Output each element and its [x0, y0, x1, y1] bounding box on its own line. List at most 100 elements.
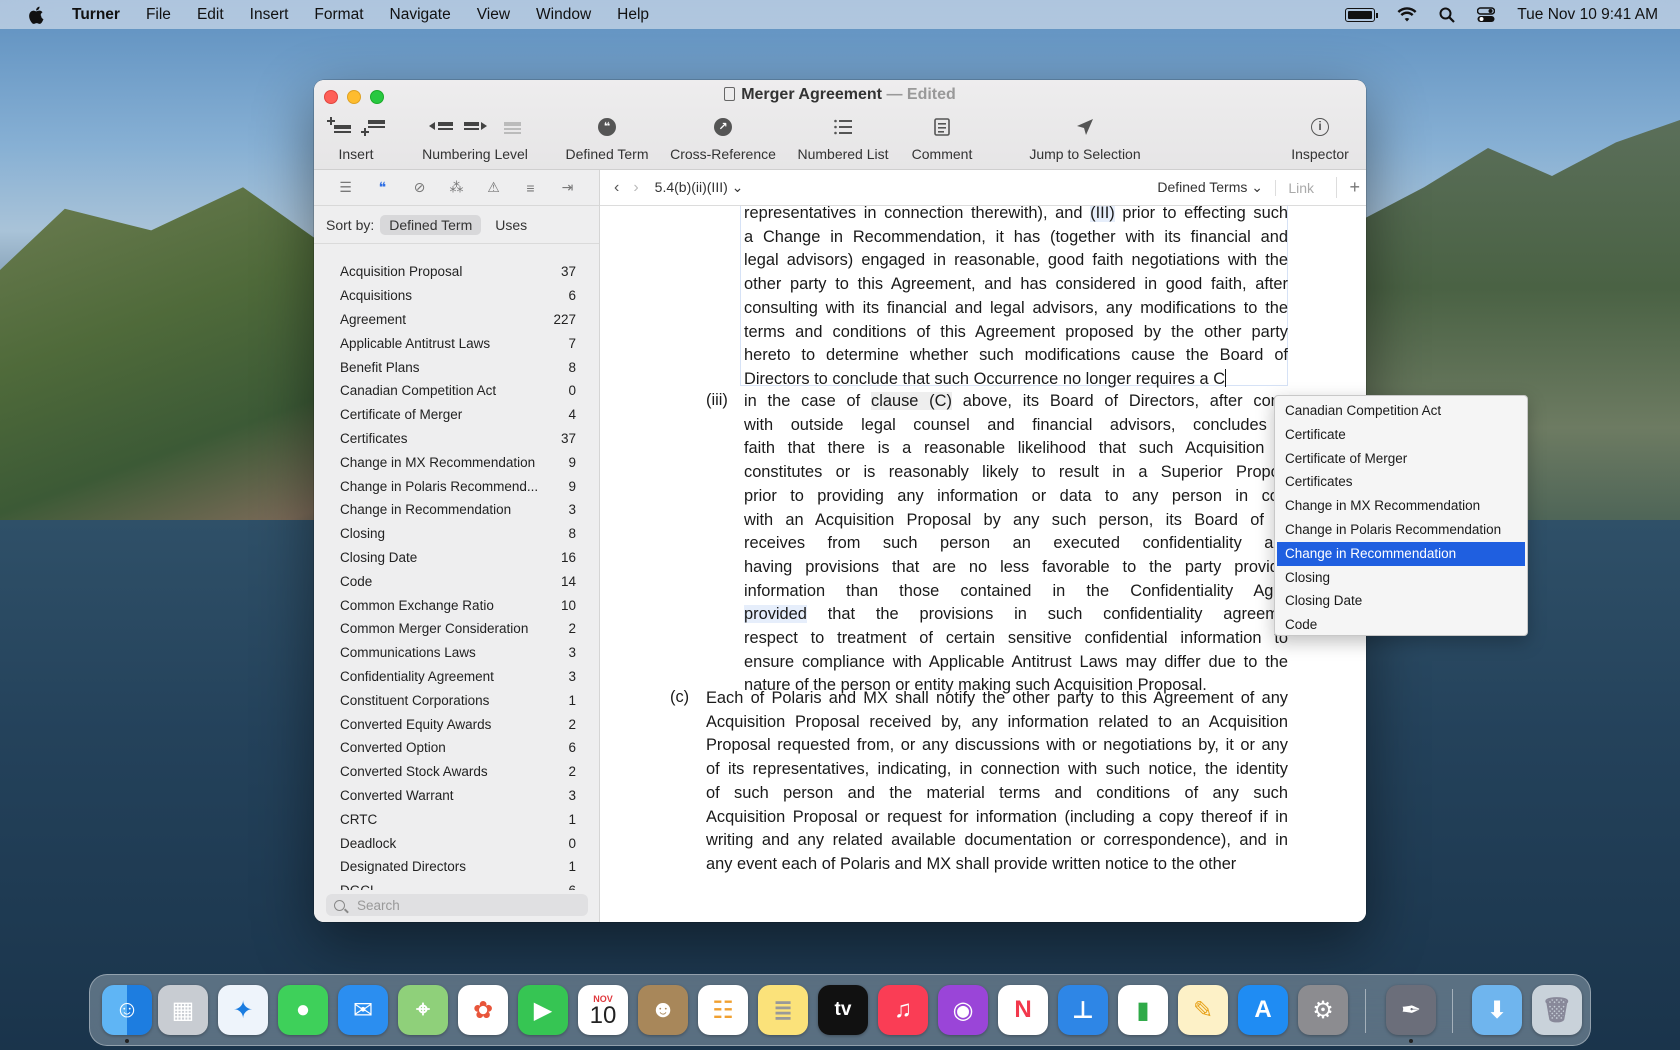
podcasts-icon[interactable]: ◉	[938, 985, 988, 1035]
menu-view[interactable]: View	[477, 6, 510, 24]
notes-icon[interactable]: ≣	[758, 985, 808, 1035]
reference-highlight[interactable]: (III)	[1090, 206, 1115, 222]
cross-reference-tool[interactable]: ↗ Cross-Reference	[662, 112, 784, 162]
apple-tv-icon[interactable]: tv	[818, 985, 868, 1035]
system-preferences-icon[interactable]: ⚙	[1298, 985, 1348, 1035]
numbered-list-tool[interactable]: Numbered List	[792, 112, 894, 162]
defined-term-row[interactable]: Acquisition Proposal 37	[314, 260, 600, 284]
comments-tab-icon[interactable]: ≡	[521, 178, 540, 197]
insert-tool[interactable]: Insert	[324, 112, 388, 162]
defined-term-row[interactable]: Change in Polaris Recommend... 9	[314, 474, 600, 498]
section-path-popup[interactable]: 5.4(b)(ii)(III) ⌄	[655, 179, 744, 196]
autocomplete-option[interactable]: Code	[1275, 613, 1527, 637]
defined-term-row[interactable]: Converted Equity Awards 2	[314, 712, 600, 736]
defined-term-row[interactable]: Communications Laws 3	[314, 641, 600, 665]
defined-term-row[interactable]: Certificate of Merger 4	[314, 403, 600, 427]
paragraph-c[interactable]: Each of Polaris and MX shall notify the …	[706, 687, 1288, 877]
autocomplete-option[interactable]: Change in Recommendation	[1277, 541, 1525, 566]
photos-icon[interactable]: ✿	[458, 985, 508, 1035]
safari-icon[interactable]: ✦	[218, 985, 268, 1035]
sort-defined-term-button[interactable]: Defined Term	[380, 214, 482, 235]
autocomplete-option[interactable]: Canadian Competition Act	[1275, 399, 1527, 423]
document-body[interactable]: representatives in connection therewith)…	[600, 206, 1366, 922]
defined-term-row[interactable]: Change in Recommendation 3	[314, 498, 600, 522]
defined-term-row[interactable]: Constituent Corporations 1	[314, 688, 600, 712]
menu-window[interactable]: Window	[536, 6, 591, 24]
defined-term-row[interactable]: Common Exchange Ratio 10	[314, 593, 600, 617]
turner-app-icon[interactable]: ✒	[1386, 985, 1436, 1035]
defined-term-row[interactable]: DGCL 6	[314, 879, 600, 890]
add-icon[interactable]: +	[1336, 177, 1360, 198]
defined-term-row[interactable]: CRTC 1	[314, 807, 600, 831]
defined-term-row[interactable]: Confidentiality Agreement 3	[314, 665, 600, 689]
launchpad-icon[interactable]: ▦	[158, 985, 208, 1035]
calendar-icon[interactable]: NOV 10	[578, 985, 628, 1035]
autocomplete-option[interactable]: Certificates	[1275, 470, 1527, 494]
defined-term-row[interactable]: Canadian Competition Act 0	[314, 379, 600, 403]
paragraph-iii[interactable]: in the case of clause (C) above, its Boa…	[744, 390, 1288, 698]
apple-icon[interactable]	[28, 6, 46, 24]
autocomplete-option[interactable]: Certificate	[1275, 423, 1527, 447]
wifi-icon[interactable]	[1397, 6, 1417, 23]
exhibits-tab-icon[interactable]: ⇥	[558, 178, 577, 197]
outline-tab-icon[interactable]: ☰	[336, 178, 355, 197]
sort-uses-button[interactable]: Uses	[495, 217, 527, 233]
defined-terms-tab-icon[interactable]: ❝	[373, 178, 392, 197]
defined-term-row[interactable]: Benefit Plans 8	[314, 355, 600, 379]
back-chevron-icon[interactable]: ‹	[614, 179, 619, 197]
paragraph-5-4-b-ii[interactable]: representatives in connection therewith)…	[744, 206, 1288, 392]
autocomplete-option[interactable]: Closing	[1275, 566, 1527, 590]
link-button[interactable]: Link	[1275, 179, 1314, 196]
defined-term-row[interactable]: Code 14	[314, 569, 600, 593]
menu-edit[interactable]: Edit	[197, 6, 224, 24]
autocomplete-option[interactable]: Change in MX Recommendation	[1275, 494, 1527, 518]
control-center-icon[interactable]	[1477, 6, 1496, 23]
defined-term-row[interactable]: Applicable Antitrust Laws 7	[314, 331, 600, 355]
defined-term-tool[interactable]: ❝ Defined Term	[562, 112, 652, 162]
reminders-icon[interactable]: ☷	[698, 985, 748, 1035]
defined-term-row[interactable]: Change in MX Recommendation 9	[314, 450, 600, 474]
defined-term-row[interactable]: Converted Stock Awards 2	[314, 760, 600, 784]
autocomplete-option[interactable]: Closing Date	[1275, 589, 1527, 613]
messages-icon[interactable]: ●	[278, 985, 328, 1035]
defined-term-row[interactable]: Certificates 37	[314, 427, 600, 451]
menu-clock[interactable]: Tue Nov 10 9:41 AM	[1517, 6, 1658, 24]
menu-help[interactable]: Help	[617, 6, 649, 24]
mail-icon[interactable]: ✉	[338, 985, 388, 1035]
downloads-folder-icon[interactable]: ⬇	[1472, 985, 1522, 1035]
defined-term-row[interactable]: Designated Directors 1	[314, 855, 600, 879]
maps-icon[interactable]: ⌖	[398, 985, 448, 1035]
news-icon[interactable]: N	[998, 985, 1048, 1035]
defined-term-row[interactable]: Common Merger Consideration 2	[314, 617, 600, 641]
warnings-tab-icon[interactable]: ⚠	[484, 178, 503, 197]
parties-tab-icon[interactable]: ⁂	[447, 178, 466, 197]
menu-file[interactable]: File	[146, 6, 171, 24]
defined-term-row[interactable]: Deadlock 0	[314, 831, 600, 855]
menu-app-name[interactable]: Turner	[72, 6, 120, 24]
facetime-icon[interactable]: ▶	[518, 985, 568, 1035]
battery-icon[interactable]	[1345, 7, 1379, 22]
music-icon[interactable]: ♫	[878, 985, 928, 1035]
finder-icon[interactable]: ☺	[102, 985, 152, 1035]
app-store-icon[interactable]: A	[1238, 985, 1288, 1035]
reference-highlight[interactable]: clause (C)	[871, 392, 952, 410]
menu-format[interactable]: Format	[314, 6, 363, 24]
defined-term-row[interactable]: Closing Date 16	[314, 546, 600, 570]
defined-term-row[interactable]: Agreement 227	[314, 308, 600, 332]
trash-icon[interactable]: 🗑	[1532, 985, 1582, 1035]
forward-chevron-icon[interactable]: ›	[633, 179, 638, 197]
contacts-icon[interactable]: ☻	[638, 985, 688, 1035]
pages-icon[interactable]: ✎	[1178, 985, 1228, 1035]
comment-tool[interactable]: Comment	[902, 112, 982, 162]
defined-terms-popup[interactable]: Defined Terms ⌄	[1157, 179, 1263, 196]
autocomplete-option[interactable]: Change in Polaris Recommendation	[1275, 518, 1527, 542]
spotlight-search-icon[interactable]	[1439, 7, 1456, 23]
inspector-tool[interactable]: i Inspector	[1282, 112, 1358, 162]
defined-term-row[interactable]: Converted Warrant 3	[314, 784, 600, 808]
defined-term-row[interactable]: Closing 8	[314, 522, 600, 546]
numbers-icon[interactable]: ▮	[1118, 985, 1168, 1035]
sidebar-search-field[interactable]: Search	[326, 894, 588, 916]
numbering-level-tool[interactable]: Numbering Level	[410, 112, 540, 162]
defined-term-row[interactable]: Acquisitions 6	[314, 284, 600, 308]
cross-references-tab-icon[interactable]: ⊘	[410, 178, 429, 197]
